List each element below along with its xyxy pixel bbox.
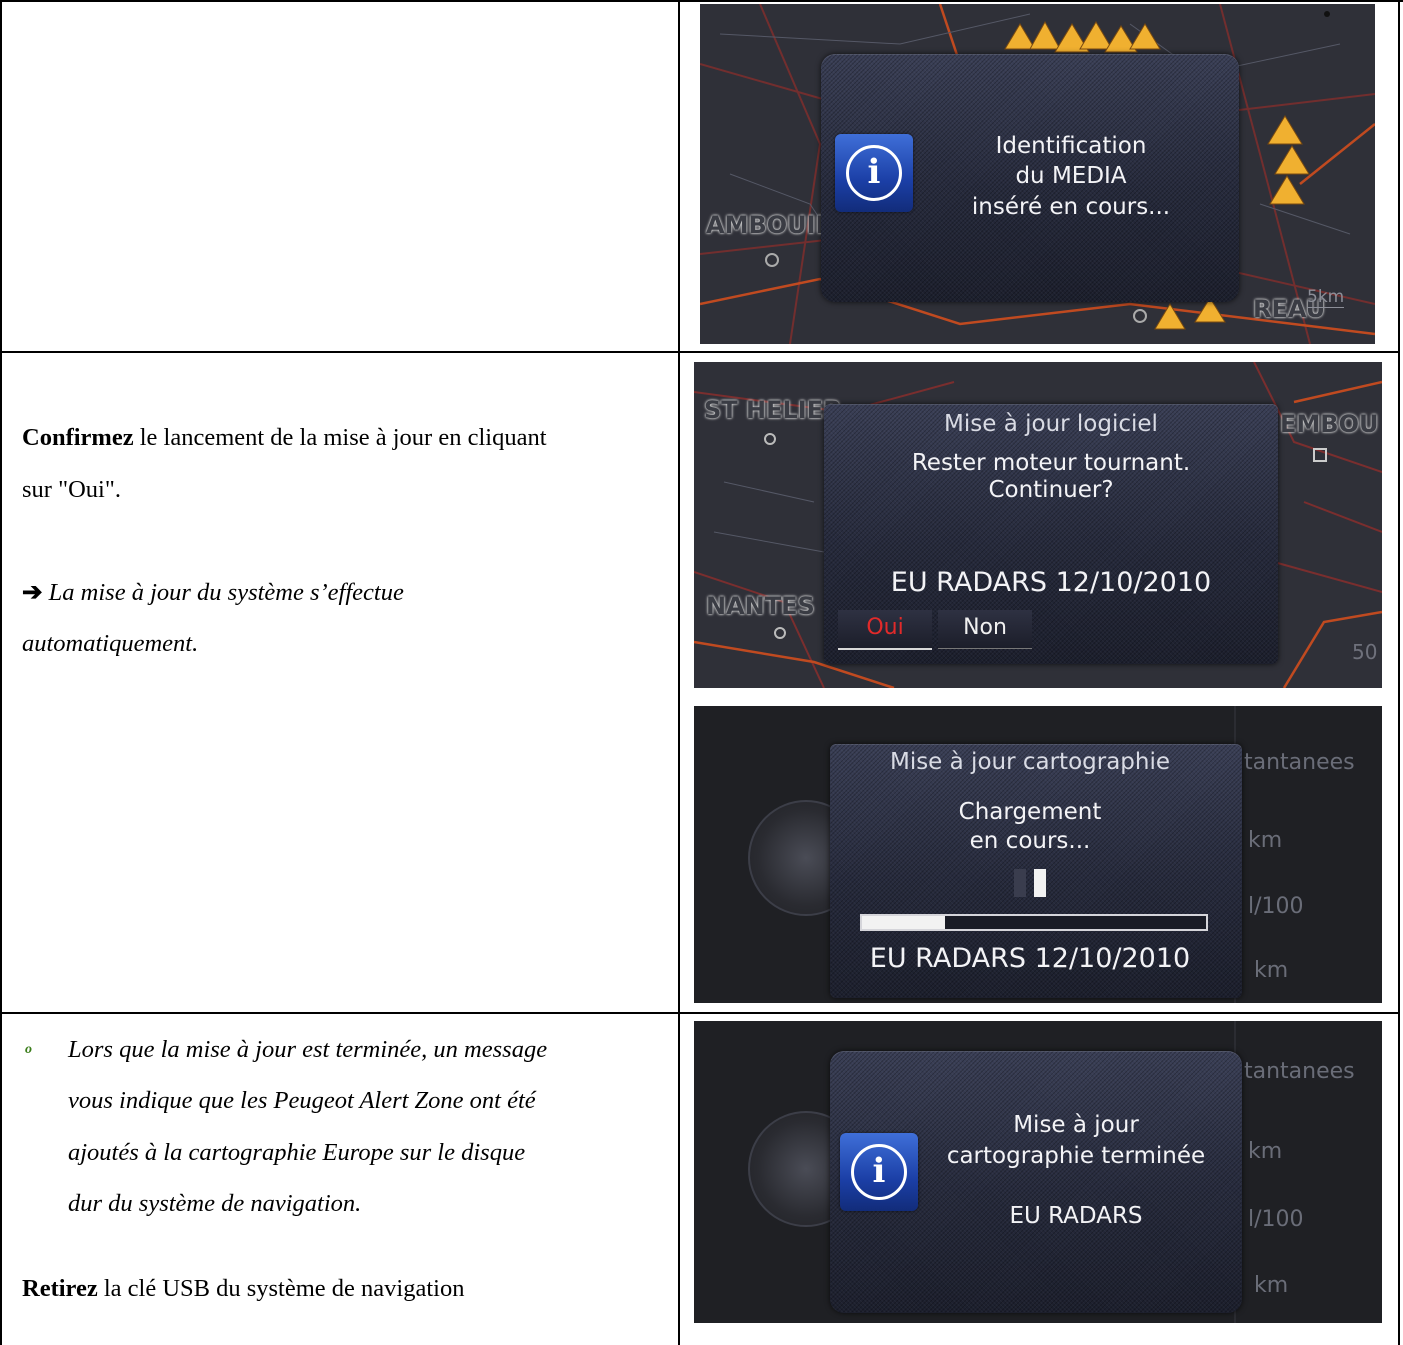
info-icon: i xyxy=(840,1133,918,1211)
update-complete-screen: tantanees km l/100 km i Mise à jour cart… xyxy=(694,1021,1382,1323)
side-label-consumption: l/100 xyxy=(1248,894,1304,919)
side-label-consumption: l/100 xyxy=(1248,1207,1304,1232)
map-label-bottom-left: NANTES xyxy=(706,592,815,620)
dialog-message-line1: Rester moteur tournant. xyxy=(911,450,1191,476)
loading-status-line1: Chargement xyxy=(958,799,1102,825)
info-message-line1: Identification xyxy=(995,133,1147,159)
info-message-line2: du MEDIA xyxy=(1015,163,1127,189)
map-label-top-left: ST HELIER xyxy=(704,396,842,424)
table-row-divider-2 xyxy=(0,1012,1400,1014)
map-scale: 5km xyxy=(1307,287,1345,308)
remove-usb-text: la clé USB du système de navigation xyxy=(97,1275,465,1302)
progress-bar-fill xyxy=(862,916,945,929)
loading-title: Mise à jour cartographie xyxy=(889,749,1171,775)
side-label-km-2: km xyxy=(1254,1273,1289,1298)
completion-note-line4: dur du système de navigation. xyxy=(68,1190,362,1217)
table-row-divider-1 xyxy=(0,351,1400,353)
complete-message-line1: Mise à jour xyxy=(1013,1112,1139,1138)
remove-usb-instruction: Retirez la clé USB du système de navigat… xyxy=(22,1263,464,1315)
completion-note-line3: ajoutés à la cartographie Europe sur le … xyxy=(68,1139,526,1166)
complete-product-name: EU RADARS xyxy=(1009,1203,1143,1229)
complete-dialog: i Mise à jour cartographie terminée EU R… xyxy=(830,1051,1242,1313)
completion-note-line1: Lors que la mise à jour est terminée, un… xyxy=(68,1036,548,1063)
activity-indicator xyxy=(1034,869,1046,897)
confirm-instruction-line1: Confirmez le lancement de la mise à jour… xyxy=(22,412,547,464)
remove-keyword: Retirez xyxy=(22,1275,98,1302)
map-scale-number: 50 xyxy=(1352,640,1378,664)
table-column-divider xyxy=(678,0,680,1345)
confirm-update-screen: ST HELIER EMBOU NANTES 50 Mise à jour lo… xyxy=(694,362,1382,688)
confirm-instruction-rest: le lancement de la mise à jour en cliqua… xyxy=(133,424,547,451)
loading-dialog: Mise à jour cartographie Chargement en c… xyxy=(830,744,1242,998)
side-label-top: tantanees xyxy=(1244,750,1355,775)
side-label-km-2: km xyxy=(1254,958,1289,983)
update-product-name: EU RADARS 12/10/2010 xyxy=(890,567,1212,598)
no-button[interactable]: Non xyxy=(938,610,1032,649)
loading-product-name: EU RADARS 12/10/2010 xyxy=(869,943,1191,974)
dialog-message-line2: Continuer? xyxy=(988,477,1114,503)
table-border-right xyxy=(1398,0,1400,1345)
map-loading-screen: tantanees km l/100 km Mise à jour cartog… xyxy=(694,706,1382,1003)
info-message-line3: inséré en cours... xyxy=(971,194,1171,220)
map-label-top-right: EMBOU xyxy=(1280,410,1379,438)
table-border-top xyxy=(0,0,1403,2)
confirm-instruction-line2: sur "Oui". xyxy=(22,476,121,503)
info-icon: i xyxy=(835,134,913,212)
confirm-keyword: Confirmez xyxy=(22,424,134,451)
map-label-left: AMBOUIL xyxy=(706,211,831,239)
dialog-title: Mise à jour logiciel xyxy=(944,411,1158,437)
yes-button[interactable]: Oui xyxy=(838,610,932,650)
loading-status-line2: en cours... xyxy=(969,828,1091,854)
info-dialog: i Identification du MEDIA inséré en cour… xyxy=(821,54,1239,302)
side-label-top: tantanees xyxy=(1244,1059,1355,1084)
auto-update-note-line1: ➔ La mise à jour du système s’effectue xyxy=(22,567,404,619)
completion-note-line2: vous indique que les Peugeot Alert Zone … xyxy=(68,1087,536,1114)
progress-bar xyxy=(860,914,1208,931)
confirm-dialog: Mise à jour logiciel Rester moteur tourn… xyxy=(824,404,1278,664)
media-identification-screen: AMBOUIL REAU 5km i Identification du MED… xyxy=(700,4,1375,344)
auto-update-note-line2: automatiquement. xyxy=(22,630,199,657)
activity-indicator-ghost xyxy=(1014,869,1026,897)
table-border-left xyxy=(0,0,2,1345)
arrow-icon: ➔ xyxy=(22,579,43,606)
side-label-km-1: km xyxy=(1248,1139,1283,1164)
auto-update-note-text: La mise à jour du système s’effectue xyxy=(42,579,404,606)
complete-message-line2: cartographie terminée xyxy=(946,1143,1206,1169)
bullet-icon: o xyxy=(25,1042,32,1057)
side-label-km-1: km xyxy=(1248,828,1283,853)
